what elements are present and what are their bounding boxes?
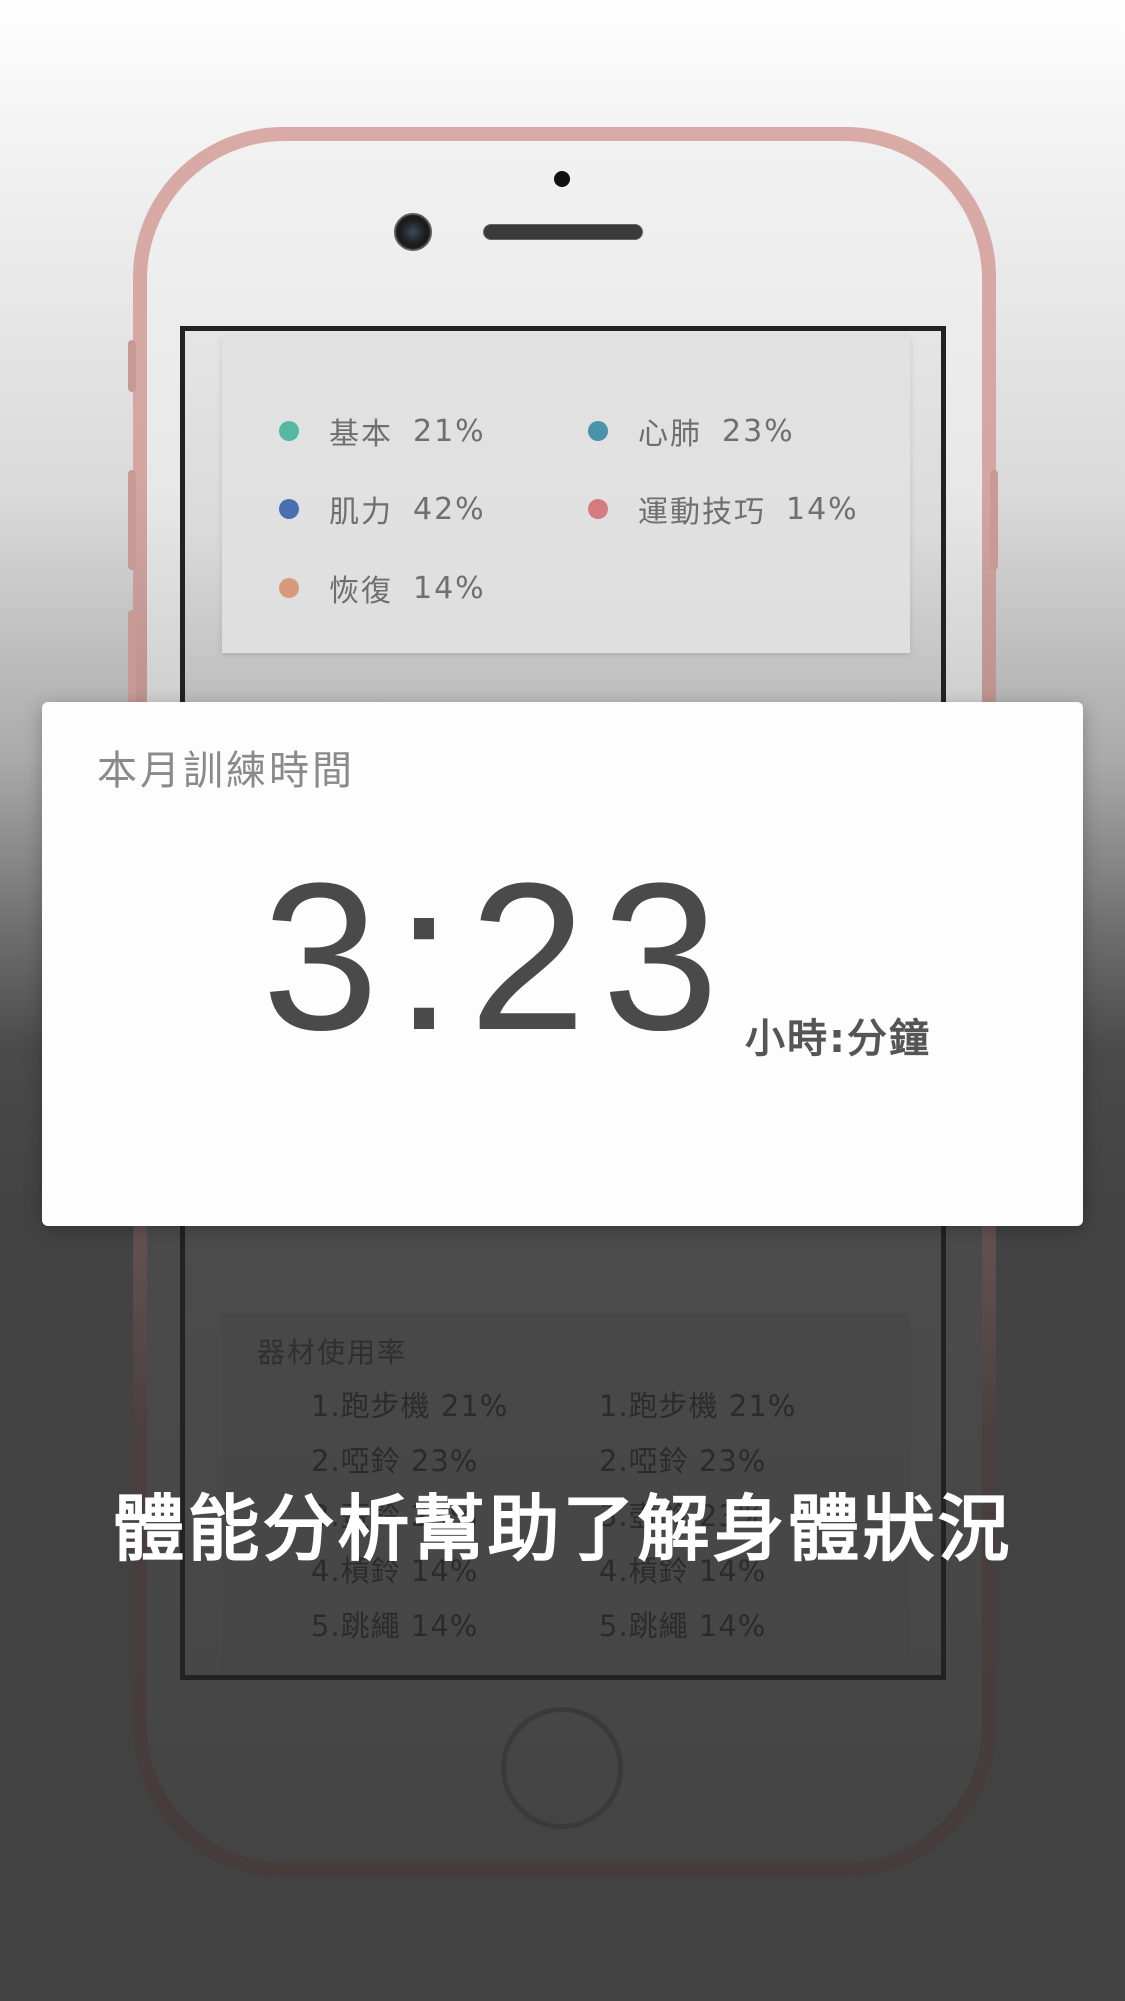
legend-item-basic: 基本 21% xyxy=(279,409,486,453)
home-button[interactable] xyxy=(501,1707,623,1829)
legend-value: 14% xyxy=(413,570,486,606)
legend-label: 基本 xyxy=(329,417,393,452)
legend-label: 運動技巧 xyxy=(638,495,766,530)
volume-down-button xyxy=(128,610,136,710)
legend-value: 21% xyxy=(413,413,486,449)
camera-lens-icon xyxy=(394,213,432,251)
power-button xyxy=(990,470,998,570)
recovery-dot-icon xyxy=(279,578,299,598)
training-time-value: 3:23 xyxy=(262,839,735,1074)
legend-value: 23% xyxy=(722,413,795,449)
legend-label: 恢復 xyxy=(329,574,393,609)
equipment-title: 器材使用率 xyxy=(257,1336,408,1369)
training-breakdown-card: 基本 21% 心肺 23% 肌力 42% 運動技巧 14% 恢復 14% xyxy=(222,336,910,653)
earpiece-speaker xyxy=(483,224,643,240)
skill-dot-icon xyxy=(588,499,608,519)
basic-dot-icon xyxy=(279,421,299,441)
card-title: 本月訓練時間 xyxy=(97,748,355,794)
legend-label: 肌力 xyxy=(329,495,393,530)
list-item: 5.跳繩 14% xyxy=(599,1609,767,1643)
legend-item-recovery: 恢復 14% xyxy=(279,566,486,610)
strength-dot-icon xyxy=(279,499,299,519)
promo-caption: 體能分析幫助了解身體狀況 xyxy=(112,1487,1013,1571)
time-unit-label: 小時:分鐘 xyxy=(745,1016,931,1062)
legend-value: 14% xyxy=(786,491,859,527)
front-sensor xyxy=(554,171,570,187)
legend-label: 心肺 xyxy=(638,417,702,452)
list-item: 1.跑步機 21% xyxy=(311,1389,509,1423)
training-time-card: 本月訓練時間 3:23 小時:分鐘 xyxy=(42,702,1083,1226)
legend-item-skill: 運動技巧 14% xyxy=(588,487,859,531)
cardio-dot-icon xyxy=(588,421,608,441)
legend-item-cardio: 心肺 23% xyxy=(588,409,795,453)
list-item: 1.跑步機 21% xyxy=(599,1389,797,1423)
legend-value: 42% xyxy=(413,491,486,527)
mute-switch xyxy=(128,340,136,392)
list-item: 5.跳繩 14% xyxy=(311,1609,479,1643)
volume-up-button xyxy=(128,470,136,570)
legend-item-strength: 肌力 42% xyxy=(279,487,486,531)
